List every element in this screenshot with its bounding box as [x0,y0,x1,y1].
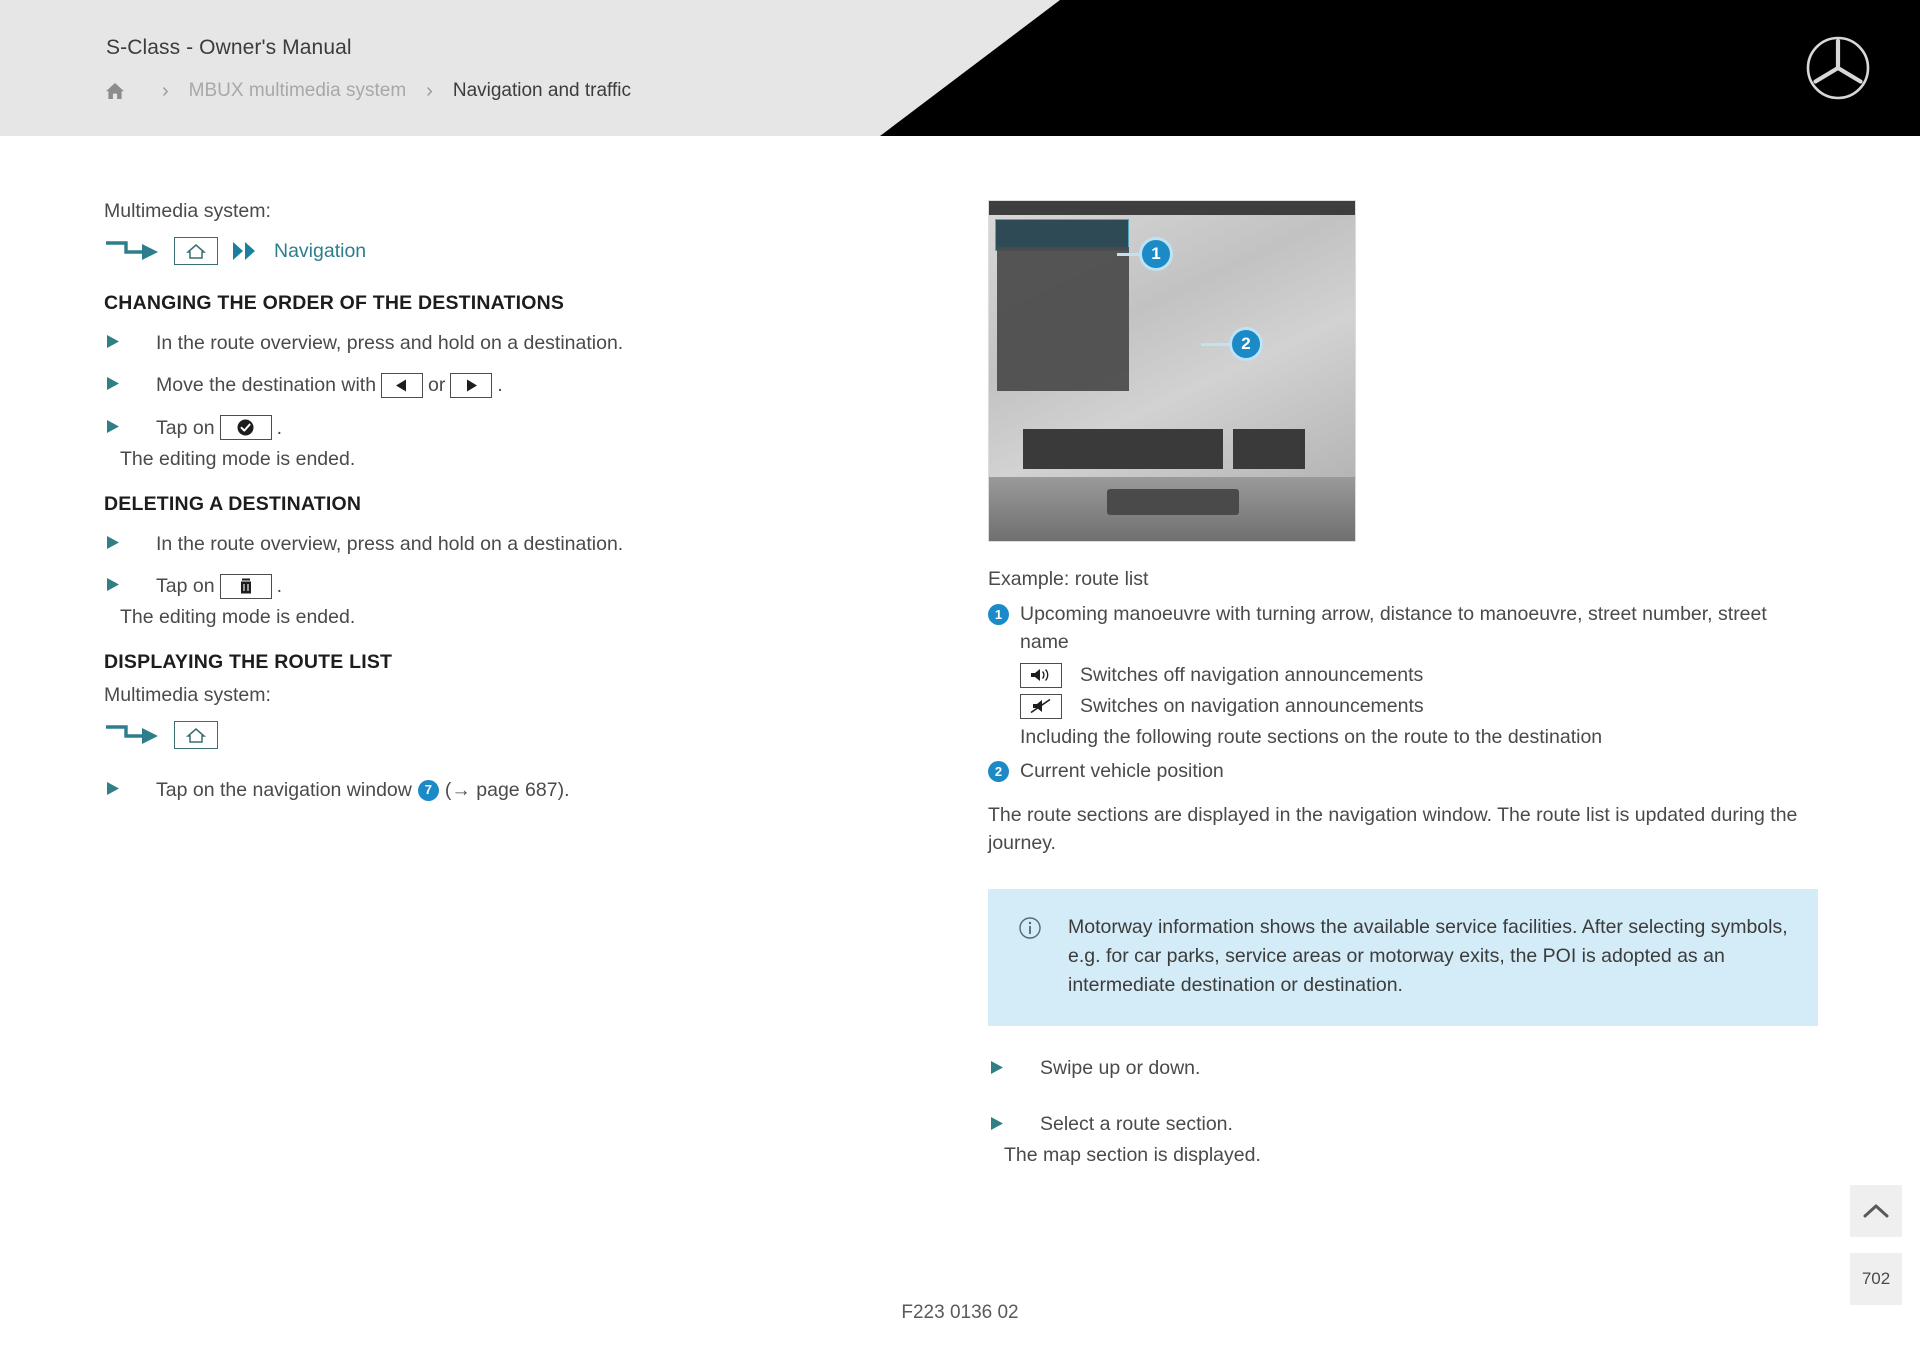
left-arrow-icon[interactable] [381,372,424,398]
bullet-text: Tap on . [156,414,355,442]
mbux-route-list-panel [997,247,1129,391]
bullet-text: Tap on . [156,572,355,600]
legend-sub-item-speaker-on: Switches off navigation announcements [1020,662,1818,688]
page-title: S-Class - Owner's Manual [106,36,352,59]
mbux-media-widget [1023,429,1223,469]
right-arrow-icon[interactable] [450,372,493,398]
bullet-triangle-icon [991,1060,1003,1074]
legend-badge-2: 2 [988,760,1009,782]
breadcrumb-item-mbux[interactable]: MBUX multimedia system [189,80,407,102]
double-chevron-icon [233,242,255,260]
legend-text-1: Upcoming manoeuvre with turning arrow, d… [1020,603,1767,654]
bullet-triangle-icon [107,535,119,549]
breadcrumb-separator-1: › [162,80,169,102]
bullet-text-before: Move the destination with [156,374,377,397]
path-arrow-icon [106,725,158,745]
home-box-icon [174,721,218,750]
legend-item-2: 2 Current vehicle position [988,757,1818,785]
scroll-to-top-button[interactable] [1850,1185,1902,1237]
route-sections-paragraph: The route sections are displayed in the … [988,803,1798,855]
mbux-route-list-figure: 1 2 [988,200,1356,542]
legend-sub-item-speaker-muted: Switches on navigation announcements [1020,693,1818,719]
info-note-text: Motorway information shows the available… [1068,916,1788,997]
navigation-path-2 [104,720,764,750]
multimedia-system-lead-2: Multimedia system: [104,684,271,707]
breadcrumb-separator-2: › [426,80,433,102]
bullet-item: In the route overview, press and hold on… [104,530,764,558]
speaker-muted-icon[interactable] [1020,693,1062,719]
bullet-triangle-icon [107,377,119,391]
bullet-triangle-icon [107,419,119,433]
bullet-text-after: . [497,374,503,397]
section-heading-deleting-destination: DELETING A DESTINATION [104,492,362,515]
left-content-column: Multimedia system: Navigation CHANGING T… [104,200,764,805]
legend-sub-text: Switches off navigation announcements [1080,663,1424,686]
section-heading-displaying-route-list: DISPLAYING THE ROUTE LIST [104,651,393,674]
bullet-text-before: Tap on [156,575,215,598]
figure-caption: Example: route list [988,568,1149,590]
chevron-up-icon [1863,1204,1889,1218]
bullet-text-after: . [276,416,282,439]
bullet-item: Tap on . The editing mode is ended. [104,414,764,471]
callout-badge-7: 7 [417,779,439,801]
mercedes-star-icon [1806,36,1870,100]
figure-code-footer: F223 0136 02 [901,1302,1019,1323]
bullet-subline: The map section is displayed. [1004,1144,1261,1167]
bullet-text-mid: or [428,374,446,397]
legend-text-2: Current vehicle position [1020,759,1224,782]
bullet-triangle-icon [107,335,119,348]
bullet-item: Tap on the navigation window 7 (→ page 6… [104,776,764,804]
legend-badge-1: 1 [988,604,1009,625]
section-heading-changing-order: CHANGING THE ORDER OF THE DESTINATIONS [104,292,565,314]
bullet-text: In the route overview, press and hold on… [156,332,624,354]
mbux-phone-widget [1233,429,1305,469]
path-arrow-icon [106,241,158,260]
path-label-navigation: Navigation [274,239,367,262]
bullet-text: In the route overview, press and hold on… [156,532,624,555]
mbux-dock-bar [1107,489,1239,515]
bullet-triangle-icon [107,578,119,592]
bullet-text: Tap on the navigation window 7 (→ page 6… [156,776,570,804]
bullet-subline: The editing mode is ended. [120,447,356,470]
mbux-screen-image: 1 2 [989,201,1355,541]
trash-icon[interactable] [219,573,272,599]
multimedia-system-lead-1: Multimedia system: [104,200,271,222]
bullet-item: In the route overview, press and hold on… [104,329,764,357]
bullet-item: Select a route section. The map section … [988,1110,1818,1167]
bullet-text: Select a route section. [1040,1113,1233,1136]
bullet-subline: The editing mode is ended. [120,606,356,629]
header-black-banner [880,0,1920,136]
bullet-item: Move the destination with or . [104,371,764,399]
speaker-on-icon[interactable] [1020,662,1062,688]
home-icon[interactable] [104,80,126,102]
bullet-triangle-icon [991,1117,1003,1131]
page-reference-link[interactable]: (→ page 687). [445,776,570,804]
legend-item-1: 1 Upcoming manoeuvre with turning arrow,… [988,600,1818,657]
bullet-item: Tap on . The editing mode is ended. [104,572,764,629]
page-header: S-Class - Owner's Manual › MBUX multimed… [0,0,1920,136]
bullet-text: Move the destination with or . [156,371,503,399]
legend-sub-text: Switches on navigation announcements [1080,694,1424,717]
right-content-column: 1 2 Example: route list 1 Upcoming manoe… [988,200,1818,1167]
bullet-text-before: Tap on the navigation window [156,779,412,802]
figure-callout-2: 2 [1229,327,1263,361]
bullet-text-before: Tap on [156,416,215,439]
page-number-indicator[interactable]: 702 [1850,1253,1902,1305]
checkmark-icon[interactable] [219,415,272,441]
manual-page: S-Class - Owner's Manual › MBUX multimed… [0,0,1920,1358]
info-icon [1019,917,1041,940]
bullet-triangle-icon [107,782,119,796]
figure-callout-1: 1 [1139,237,1173,271]
info-note-box: Motorway information shows the available… [988,889,1818,1026]
breadcrumb: › MBUX multimedia system › Navigation an… [104,80,631,102]
legend-plain-text: Including the following route sections o… [1020,725,1603,748]
bullet-item: Swipe up or down. [988,1054,1818,1082]
home-box-icon [174,237,218,265]
bullet-text-after: . [276,575,282,598]
bullet-text: Swipe up or down. [1040,1056,1201,1079]
breadcrumb-item-navigation[interactable]: Navigation and traffic [453,80,631,102]
mbux-status-bar [989,201,1355,215]
navigation-path-1: Navigation [104,236,764,266]
